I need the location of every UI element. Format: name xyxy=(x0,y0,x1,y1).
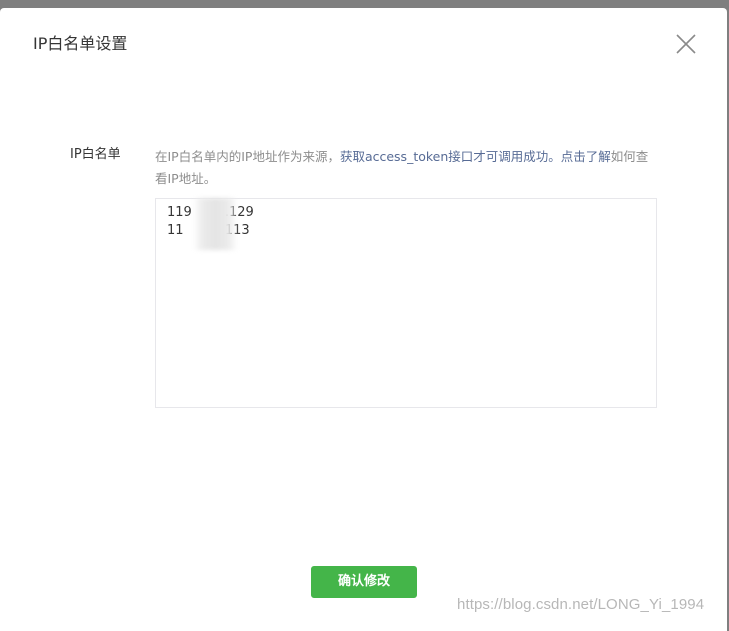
ip-whitelist-label: IP白名单 xyxy=(70,147,121,162)
confirm-modify-button[interactable]: 确认修改 xyxy=(311,566,417,598)
close-icon xyxy=(676,34,696,54)
access-token-link[interactable]: 获取access_token接口才可调用成功。 xyxy=(340,149,561,164)
watermark-text: https://blog.csdn.net/LONG_Yi_1994 xyxy=(457,596,705,613)
ip-whitelist-textarea[interactable]: 119 .129 11 113 xyxy=(155,198,657,408)
ip-whitelist-dialog: IP白名单设置 IP白名单 在IP白名单内的IP地址作为来源，获取access_… xyxy=(0,8,727,631)
dialog-title: IP白名单设置 xyxy=(33,34,128,53)
learn-more-link[interactable]: 点击了解 xyxy=(561,149,611,164)
close-button[interactable] xyxy=(675,33,697,55)
ip-whitelist-description: 在IP白名单内的IP地址作为来源，获取access_token接口才可调用成功。… xyxy=(155,146,650,190)
description-text: 在IP白名单内的IP地址作为来源， xyxy=(155,149,340,164)
